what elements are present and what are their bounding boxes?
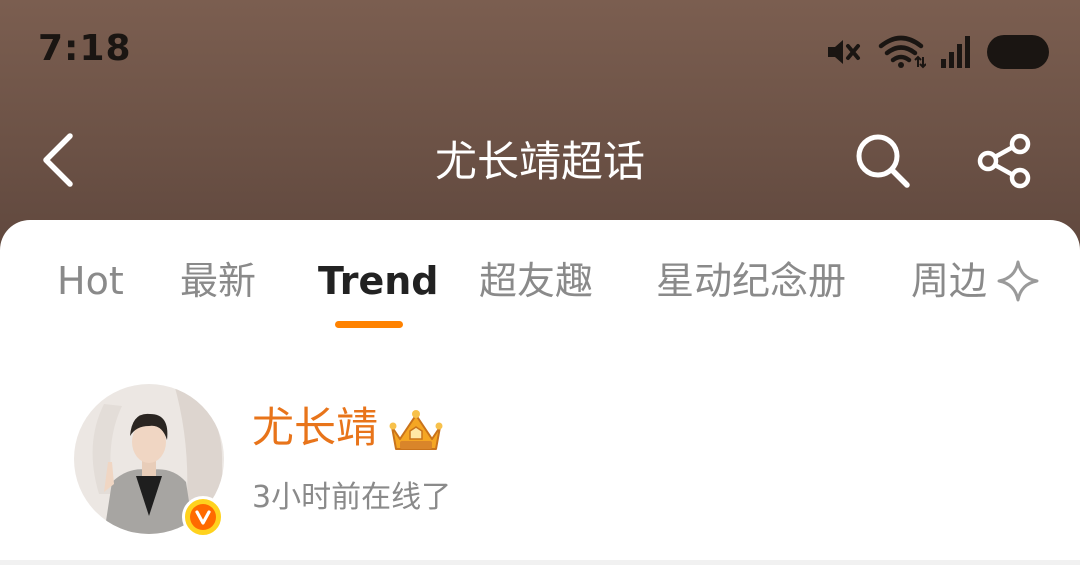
wifi-icon	[878, 35, 926, 69]
mute-icon	[826, 36, 864, 68]
battery-icon	[986, 34, 1050, 70]
online-status: 3小时前在线了	[252, 480, 452, 515]
content-card: Hot 最新 Trend 超友趣 星动纪念册 周边 尤长靖 3小时前在线了	[0, 220, 1080, 560]
search-icon	[856, 134, 910, 188]
tab-star-album[interactable]: 星动纪念册	[656, 256, 846, 306]
verified-badge	[182, 496, 224, 538]
tab-bar: Hot 最新 Trend 超友趣 星动纪念册 周边	[0, 220, 1080, 340]
status-icons	[826, 30, 1050, 74]
active-tab-indicator	[335, 321, 403, 328]
verified-v-icon	[190, 504, 216, 530]
tab-hot[interactable]: Hot	[57, 256, 124, 306]
signal-icon	[940, 35, 972, 69]
sparkle-button[interactable]	[994, 256, 1042, 306]
status-time: 7:18	[38, 28, 132, 69]
sparkle-icon	[997, 260, 1039, 302]
share-button[interactable]	[970, 128, 1040, 194]
tab-trend[interactable]: Trend	[318, 256, 439, 306]
tab-latest[interactable]: 最新	[180, 256, 256, 306]
profile-name[interactable]: 尤长靖	[252, 400, 378, 456]
tab-merch[interactable]: 周边	[911, 256, 987, 306]
search-button[interactable]	[850, 128, 916, 194]
share-icon	[977, 133, 1031, 189]
crown-icon	[388, 405, 444, 453]
tab-chaoyouqu[interactable]: 超友趣	[479, 256, 593, 306]
